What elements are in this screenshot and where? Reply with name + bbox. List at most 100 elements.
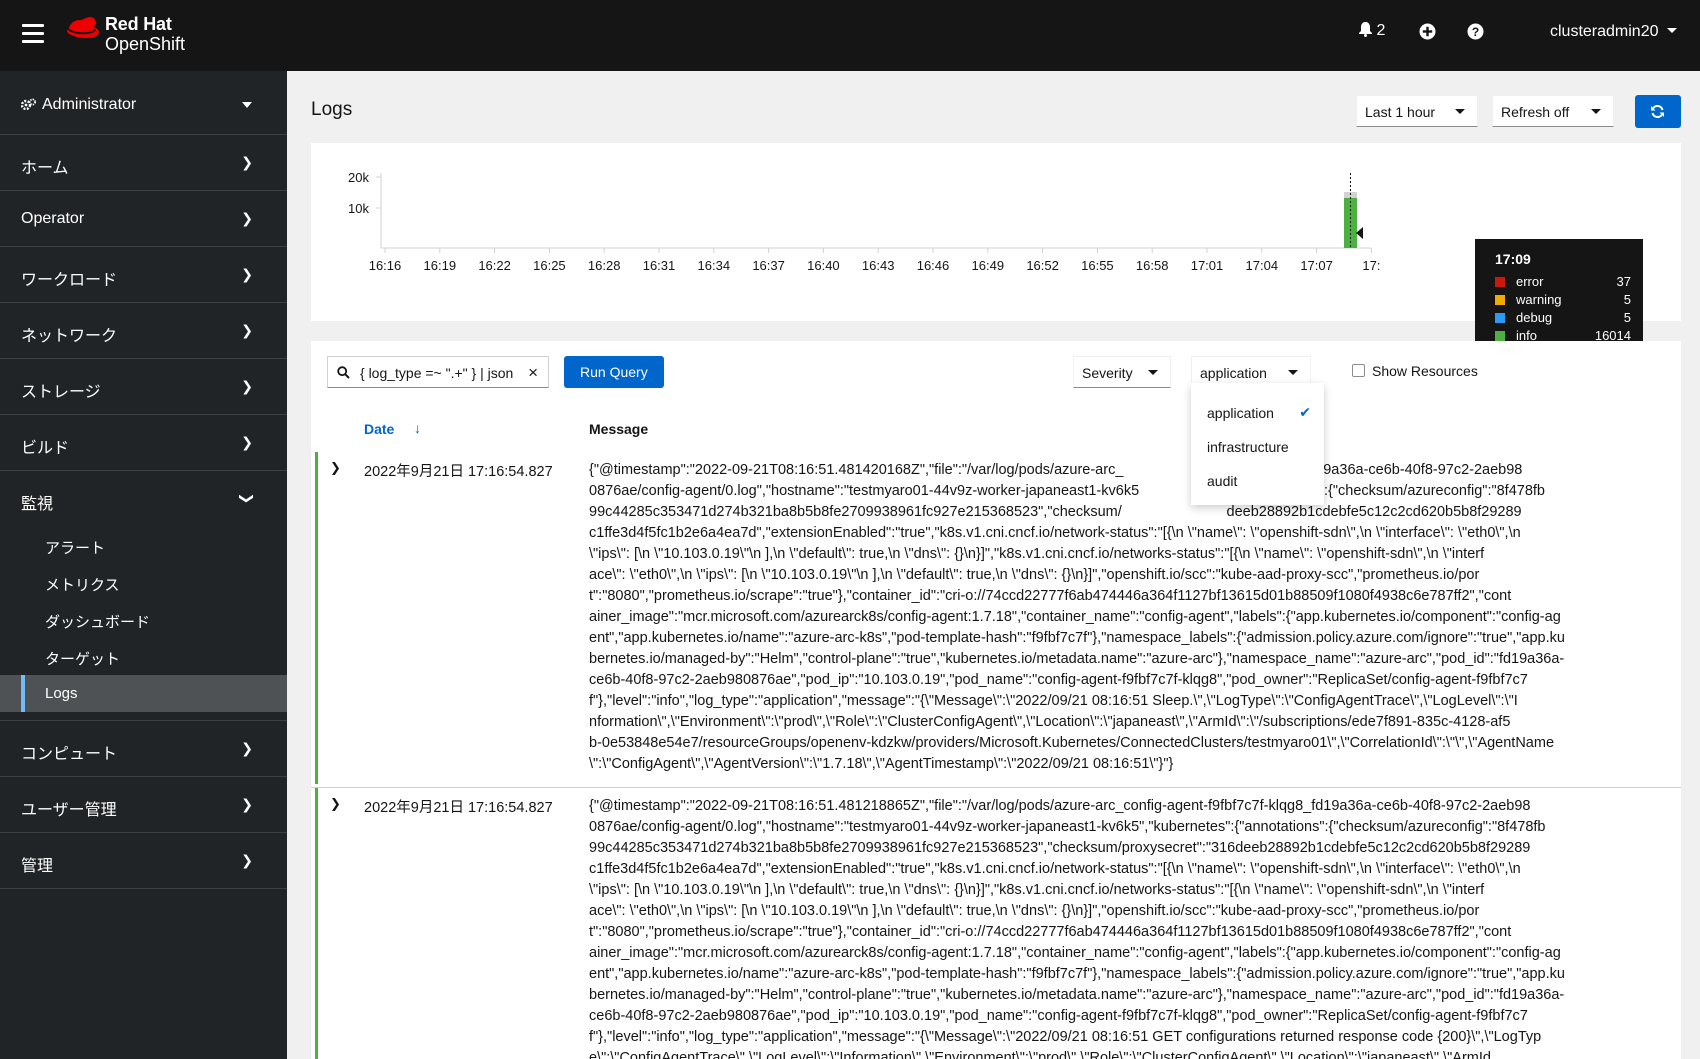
help-button[interactable]: ? <box>1467 23 1484 45</box>
column-header-label: Date <box>364 421 395 437</box>
subnav-dashboards[interactable]: ダッシュボード <box>0 601 287 638</box>
message-line: ainer_image":"mcr.microsoft.com/azurearc… <box>589 609 1561 625</box>
x-tick-label: 16:52 <box>1026 258 1059 273</box>
run-query-button[interactable]: Run Query <box>564 356 664 388</box>
import-yaml-button[interactable] <box>1419 23 1436 45</box>
message-line: {"@timestamp":"2022-09-21T08:16:51.48142… <box>589 462 1523 478</box>
nav-home[interactable]: ホーム ❯ <box>0 135 287 191</box>
plus-circle-icon <box>1419 23 1436 40</box>
message-line: ainer_image":"mcr.microsoft.com/azurearc… <box>589 945 1561 961</box>
query-text: { log_type =~ ".+" } | json <box>360 365 514 381</box>
severity-select[interactable]: Severity <box>1073 356 1171 388</box>
chevron-right-icon: ❯ <box>241 434 253 450</box>
y-tick-label: 10k <box>348 201 369 216</box>
nav-observe[interactable]: 監視 ❯ <box>0 471 287 527</box>
tooltip-row-debug: debug 5 <box>1495 309 1631 327</box>
chevron-right-icon: ❯ <box>241 796 253 812</box>
message-line: \":\"ConfigAgent\",\"AgentVersion\":\"1.… <box>589 756 1174 772</box>
clear-icon[interactable]: × <box>528 363 538 383</box>
time-range-select[interactable]: Last 1 hour <box>1356 95 1478 127</box>
column-header-date[interactable]: Date ↓ <box>364 420 421 437</box>
nav-label: ワークロード <box>21 272 118 289</box>
time-range-value: Last 1 hour <box>1365 104 1436 120</box>
logs-table: Date ↓ Message ❯ 2022年9月21日 17:16:54.827… <box>311 405 1681 1059</box>
severity-bar <box>315 788 318 1059</box>
subnav-label: メトリクス <box>45 577 120 594</box>
perspective-switcher[interactable]: Administrator <box>0 71 287 135</box>
legend-swatch <box>1495 295 1505 305</box>
legend-swatch <box>1495 331 1505 341</box>
caret-down-icon <box>1591 109 1601 114</box>
x-tick-label: 17:04 <box>1246 258 1279 273</box>
column-header-message: Message <box>589 421 649 437</box>
expand-row-icon[interactable]: ❯ <box>330 460 341 476</box>
subnav-label: Logs <box>45 685 78 702</box>
message-line: bernetes.io/managed-by":"Helm","control-… <box>589 651 1565 667</box>
sort-down-icon: ↓ <box>414 420 421 436</box>
severity-bar <box>315 452 318 784</box>
option-label: audit <box>1207 473 1238 489</box>
caret-down-icon <box>1666 28 1677 33</box>
nav-label: Operator <box>21 210 85 227</box>
query-input[interactable]: { log_type =~ ".+" } | json × <box>327 356 549 388</box>
message-line: f"},"level":"info","log_type":"applicati… <box>589 1029 1542 1045</box>
nav-workloads[interactable]: ワークロード ❯ <box>0 247 287 303</box>
x-tick-label: 16:49 <box>972 258 1005 273</box>
subnav-metrics[interactable]: メトリクス <box>0 564 287 601</box>
nav-administration[interactable]: 管理 ❯ <box>0 833 287 889</box>
subnav-label: ダッシュボード <box>45 614 151 631</box>
subnav-logs[interactable]: Logs <box>0 675 287 712</box>
x-tick-label: 16:43 <box>862 258 895 273</box>
svg-text:?: ? <box>1472 25 1479 39</box>
legend-swatch <box>1495 313 1505 323</box>
brand-line2: OpenShift <box>105 34 186 54</box>
message-line: nformation\",\"Environment\":\"prod\",\"… <box>589 714 1511 730</box>
show-resources-checkbox[interactable] <box>1352 364 1365 377</box>
tenant-dropdown-menu: application ✔ infrastructure audit <box>1191 383 1324 505</box>
tenant-option-audit[interactable]: audit <box>1191 463 1324 497</box>
nav-operator[interactable]: Operator ❯ <box>0 191 287 247</box>
nav-label: 管理 <box>21 858 54 875</box>
cogs-icon <box>21 98 36 111</box>
tenant-option-application[interactable]: application ✔ <box>1191 395 1324 429</box>
x-tick-label: 16:28 <box>588 258 621 273</box>
message-line: ace\": \"eth0\",\n \"ips\": [\n \"10.103… <box>589 567 1480 583</box>
search-icon <box>337 366 350 379</box>
x-tick-label: 16:22 <box>478 258 511 273</box>
refresh-button[interactable] <box>1635 95 1681 128</box>
nav-builds[interactable]: ビルド ❯ <box>0 415 287 471</box>
hamburger-menu-icon[interactable] <box>22 24 44 43</box>
option-label: application <box>1207 405 1274 421</box>
message-line: c1ffe3d4f5fc1b2e6a4ea7d","extensionEnabl… <box>589 861 1521 877</box>
x-tick-label: 17:01 <box>1191 258 1224 273</box>
user-dropdown[interactable]: clusteradmin20 <box>1550 23 1677 41</box>
tooltip-series-name: warning <box>1516 292 1562 307</box>
tenant-option-infrastructure[interactable]: infrastructure <box>1191 429 1324 463</box>
nav-networking[interactable]: ネットワーク ❯ <box>0 303 287 359</box>
nav-storage[interactable]: ストレージ ❯ <box>0 359 287 415</box>
table-row: ❯ 2022年9月21日 17:16:54.827 {"@timestamp":… <box>311 788 1681 1059</box>
nav-user-management[interactable]: ユーザー管理 ❯ <box>0 777 287 833</box>
tooltip-time: 17:09 <box>1495 251 1531 267</box>
nav-compute[interactable]: コンピュート ❯ <box>0 721 287 777</box>
run-query-label: Run Query <box>580 364 648 380</box>
logs-histogram: 20k 10k 16:16 16:19 16:22 16:25 16:28 16:31 16:3… <box>311 143 1681 369</box>
refresh-interval-select[interactable]: Refresh off <box>1492 95 1614 127</box>
y-tick-label: 20k <box>348 170 369 185</box>
tooltip-series-name: error <box>1516 274 1544 289</box>
notifications-button[interactable]: 2 <box>1359 22 1385 40</box>
perspective-label: Administrator <box>42 96 137 113</box>
chevron-right-icon: ❯ <box>241 210 253 226</box>
row-date: 2022年9月21日 17:16:54.827 <box>364 464 553 480</box>
severity-label: Severity <box>1082 365 1133 381</box>
refresh-interval-value: Refresh off <box>1501 104 1570 120</box>
nav-label: ホーム <box>21 160 69 177</box>
chevron-right-icon: ❯ <box>241 852 253 868</box>
x-tick-label: 17: <box>1362 258 1380 273</box>
message-line: ent","app.kubernetes.io/name":"azure-arc… <box>589 966 1565 982</box>
tooltip-series-count: 5 <box>1623 292 1631 307</box>
subnav-targets[interactable]: ターゲット <box>0 638 287 675</box>
subnav-alerts[interactable]: アラート <box>0 527 287 564</box>
expand-row-icon[interactable]: ❯ <box>330 796 341 812</box>
sidebar-nav: Administrator ホーム ❯ Operator ❯ ワークロード ❯ ネット… <box>0 71 287 1059</box>
